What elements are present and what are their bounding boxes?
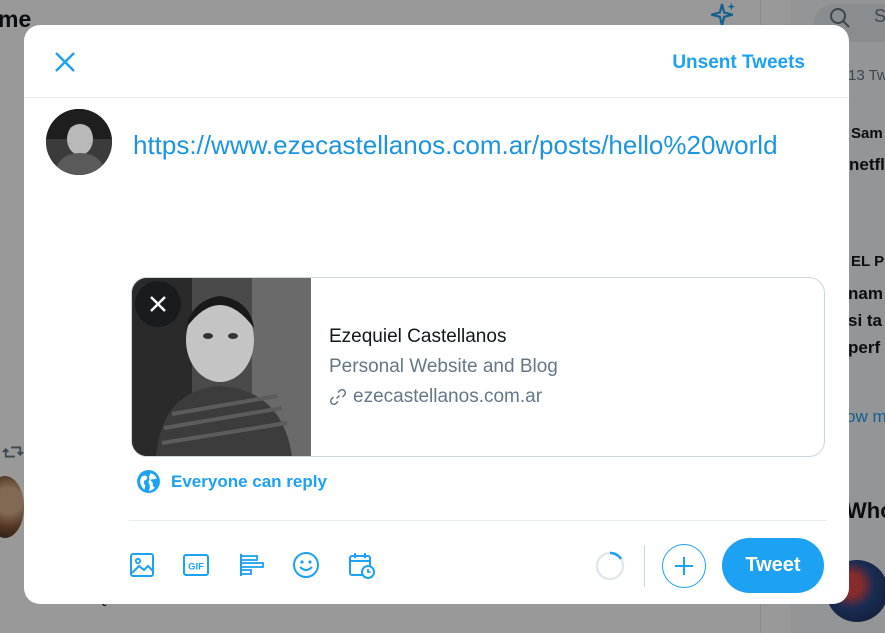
poll-icon[interactable] — [237, 551, 265, 579]
toolbar-separator — [644, 545, 645, 587]
unsent-tweets-button[interactable]: Unsent Tweets — [672, 52, 805, 74]
emoji-icon[interactable] — [292, 551, 320, 579]
link-preview-card[interactable]: Ezequiel Castellanos Personal Website an… — [131, 277, 825, 457]
image-icon[interactable] — [128, 551, 156, 579]
link-icon — [329, 388, 347, 406]
close-icon[interactable] — [48, 45, 82, 79]
card-title: Ezequiel Castellanos — [329, 326, 507, 347]
plus-icon[interactable] — [662, 544, 706, 588]
tweet-text-input[interactable]: https://www.ezecastellanos.com.ar/posts/… — [133, 130, 778, 161]
card-domain: ezecastellanos.com.ar — [353, 386, 543, 407]
compose-tweet-modal: Unsent Tweets https://www.ezecastellanos… — [24, 25, 849, 604]
modal-header: Unsent Tweets — [24, 25, 849, 98]
gif-icon[interactable]: GIF — [182, 551, 210, 579]
reply-setting-label: Everyone can reply — [171, 472, 327, 491]
divider — [129, 520, 827, 521]
card-description: Personal Website and Blog — [329, 356, 558, 377]
character-progress-ring — [595, 551, 625, 581]
schedule-icon[interactable] — [347, 551, 375, 579]
svg-text:GIF: GIF — [188, 562, 204, 573]
avatar[interactable] — [46, 109, 112, 175]
remove-card-button[interactable] — [135, 281, 181, 327]
globe-icon — [137, 470, 160, 493]
tweet-button[interactable]: Tweet — [722, 538, 824, 593]
